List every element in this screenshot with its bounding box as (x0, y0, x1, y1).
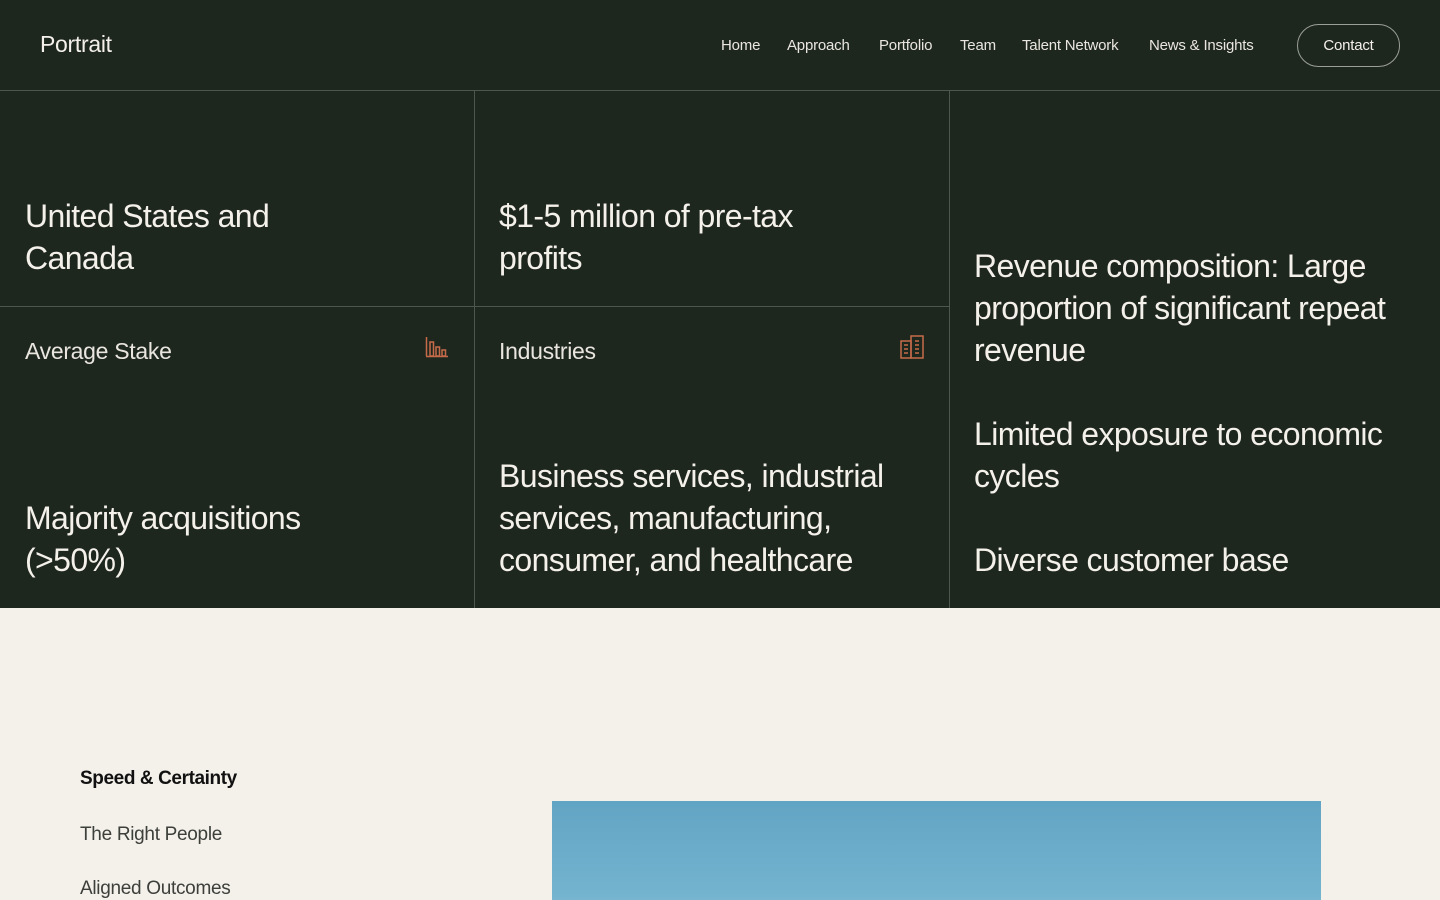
nav-news-insights[interactable]: News & Insights (1149, 37, 1254, 54)
nav-talent-network[interactable]: Talent Network (1022, 37, 1119, 54)
nav-team[interactable]: Team (960, 37, 996, 54)
stake-value: Majority acquisitions (>50%) (25, 500, 301, 578)
grid-divider (474, 91, 475, 608)
bar-chart-icon (425, 337, 448, 358)
characteristic-cycles: Limited exposure to economic cycles (974, 416, 1383, 494)
nav-portfolio[interactable]: Portfolio (879, 37, 932, 54)
sky-photo (552, 801, 1321, 900)
characteristic-revenue: Revenue composition: Large proportion of… (974, 248, 1386, 368)
section-nav-aligned-outcomes[interactable]: Aligned Outcomes (80, 878, 231, 900)
site-header: Portrait Home Approach Portfolio Team Ta… (0, 0, 1440, 91)
stake-label: Average Stake (25, 338, 172, 364)
section-nav-speed-certainty[interactable]: Speed & Certainty (80, 768, 237, 790)
characteristic-customers: Diverse customer base (974, 542, 1289, 578)
grid-divider (949, 91, 950, 608)
industries-value: Business services, industrial services, … (499, 458, 884, 578)
grid-divider (0, 306, 949, 307)
contact-button[interactable]: Contact (1297, 24, 1400, 67)
building-icon (900, 335, 924, 359)
logo[interactable]: Portrait (40, 31, 112, 58)
nav-home[interactable]: Home (721, 37, 760, 54)
geography-value: United States and Canada (25, 198, 270, 276)
section-nav-right-people[interactable]: The Right People (80, 824, 222, 846)
profits-value: $1-5 million of pre-tax profits (499, 198, 793, 276)
industries-label: Industries (499, 338, 596, 364)
nav-approach[interactable]: Approach (787, 37, 850, 54)
